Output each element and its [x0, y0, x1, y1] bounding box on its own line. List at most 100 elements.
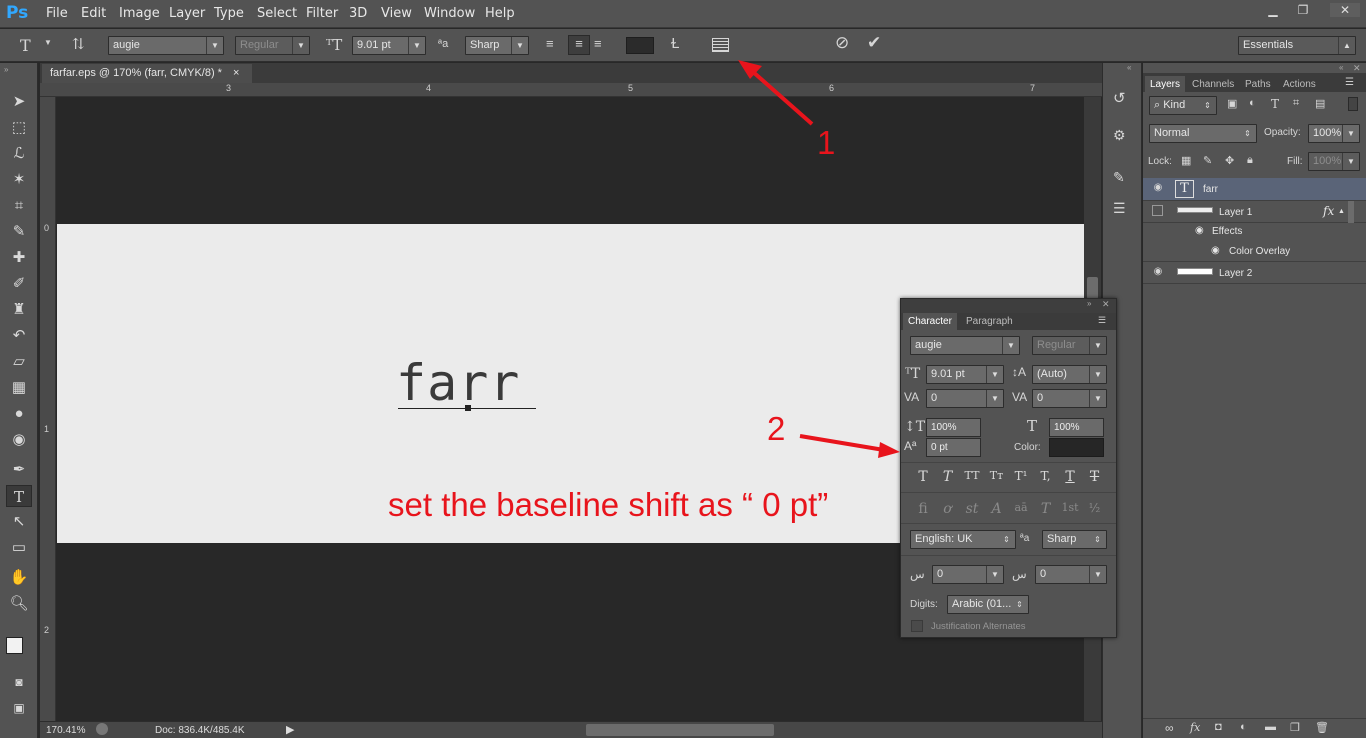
titling-alternates-button[interactable]: T	[1035, 501, 1057, 517]
tab-channels[interactable]: Channels	[1187, 76, 1239, 93]
adjustment-layer-icon[interactable]: ◐	[1240, 721, 1247, 733]
gradient-icon[interactable]: ▦	[6, 377, 32, 399]
eraser-icon[interactable]: ▱	[6, 351, 32, 373]
pen-tool-icon[interactable]: ✒	[6, 459, 32, 481]
char-antialias-select[interactable]: Sharp ⇕	[1042, 530, 1107, 549]
small-caps-button[interactable]: Tт	[986, 469, 1008, 485]
clone-stamp-icon[interactable]: ♜	[6, 299, 32, 321]
canvas-text-farr[interactable]: farr	[396, 353, 520, 413]
superscript-button[interactable]: T¹	[1010, 469, 1032, 485]
digits-select[interactable]: Arabic (01... ⇕	[947, 595, 1029, 614]
horizontal-scale-field[interactable]: 100%	[1049, 418, 1104, 437]
visibility-eye-icon[interactable]: ◉	[1151, 182, 1165, 196]
magic-wand-icon[interactable]: ✶	[6, 169, 32, 191]
zoom-tool-icon[interactable]: 🔍︎	[6, 593, 32, 615]
strikethrough-button[interactable]: T	[1084, 469, 1106, 485]
ordinals-button[interactable]: 1st	[1059, 501, 1081, 517]
add-style-fx-icon[interactable]: fx	[1190, 721, 1200, 734]
filter-shape-icon[interactable]: ⌗	[1293, 97, 1299, 110]
justification-checkbox[interactable]	[911, 620, 923, 632]
brush-tool-icon[interactable]: ✐	[6, 273, 32, 295]
align-right-icon[interactable]: ≡	[594, 36, 602, 51]
brush-panel-icon[interactable]: ✎	[1113, 169, 1125, 186]
close-tab-icon[interactable]: ×	[233, 67, 239, 79]
menu-select[interactable]: Select	[257, 6, 297, 21]
menu-view[interactable]: View	[381, 6, 412, 21]
effects-expand-icon[interactable]: ▲	[1338, 208, 1345, 215]
type-tool-icon[interactable]: T	[6, 485, 32, 507]
color-overlay-row[interactable]: ◉ Color Overlay	[1143, 242, 1366, 262]
faux-italic-button[interactable]: T	[937, 469, 959, 485]
document-tab[interactable]: farfar.eps @ 170% (farr, CMYK/8) * ×	[42, 64, 252, 83]
layer-name[interactable]: farr	[1203, 184, 1218, 195]
discretionary-ligatures-button[interactable]: st	[961, 501, 983, 517]
effect-visibility-icon[interactable]: ◉	[1211, 245, 1220, 256]
menu-layer[interactable]: Layer	[169, 6, 205, 21]
filter-kind-select[interactable]: ⌕ Kind ⇕	[1149, 96, 1217, 115]
history-brush-icon[interactable]: ↶	[6, 325, 32, 347]
font-size-select[interactable]: 9.01 pt ▼	[352, 36, 426, 55]
properties-panel-icon[interactable]: ⚙	[1113, 127, 1126, 144]
char-font-style-select[interactable]: Regular ▼	[1032, 336, 1107, 355]
align-left-icon[interactable]: ≡	[546, 36, 554, 51]
hand-tool-icon[interactable]: ✋	[6, 567, 32, 589]
minimize-icon[interactable]: ▁	[1262, 3, 1284, 17]
stylistic-alternates-button[interactable]: aā	[1010, 501, 1032, 517]
healing-brush-icon[interactable]: ✚	[6, 247, 32, 269]
lock-image-icon[interactable]: ✎	[1203, 154, 1212, 167]
link-layers-icon[interactable]: ∞	[1165, 721, 1174, 735]
visibility-off-box[interactable]	[1152, 205, 1163, 216]
toggle-orientation-icon[interactable]: ⇅	[72, 35, 85, 53]
menu-image[interactable]: Image	[119, 6, 160, 21]
filter-type-icon[interactable]: T	[1271, 97, 1279, 111]
warp-text-icon[interactable]: Ɫ	[671, 35, 679, 52]
quick-mask-icon[interactable]: ◙	[6, 671, 32, 693]
char-leading-field[interactable]: (Auto) ▼	[1032, 365, 1107, 384]
text-color-swatch[interactable]	[626, 37, 654, 54]
language-select[interactable]: English: UK ⇕	[910, 530, 1016, 549]
workspace-select[interactable]: Essentials ▲	[1238, 36, 1356, 55]
panel-menu-icon[interactable]: ☰	[1345, 77, 1354, 88]
filter-toggle[interactable]	[1348, 97, 1358, 111]
vertical-scroll-thumb[interactable]	[1087, 277, 1098, 299]
menu-filter[interactable]: Filter	[306, 6, 338, 21]
layer-row-farr[interactable]: ◉ T farr	[1143, 178, 1366, 201]
type-tool-preset-icon[interactable]: T	[20, 36, 31, 55]
collapse-icon[interactable]: »	[4, 65, 8, 74]
panel-title-bar[interactable]	[901, 299, 1116, 313]
underline-button[interactable]: T	[1059, 469, 1081, 485]
add-mask-icon[interactable]: ◘	[1215, 721, 1222, 733]
new-layer-icon[interactable]: ❐	[1290, 721, 1300, 734]
filter-smart-icon[interactable]: ▤	[1315, 97, 1325, 110]
dodge-tool-icon[interactable]: ◉	[6, 429, 32, 451]
tab-actions[interactable]: Actions	[1278, 76, 1321, 93]
adjustments-panel-icon[interactable]: ☰	[1113, 200, 1126, 217]
layer-name[interactable]: Layer 1	[1219, 207, 1252, 218]
char-kerning-field[interactable]: 0 ▼	[926, 389, 1004, 408]
new-group-icon[interactable]: ▬	[1265, 721, 1276, 733]
char-size-field[interactable]: 9.01 pt ▼	[926, 365, 1004, 384]
layers-scroll-thumb[interactable]	[1348, 201, 1354, 223]
path-selection-icon[interactable]: ↖	[6, 511, 32, 533]
effects-row[interactable]: ◉ Effects	[1143, 223, 1366, 242]
layer-row-layer1[interactable]: Layer 1 fx ▲	[1143, 201, 1366, 223]
font-family-select[interactable]: augie ▼	[108, 36, 224, 55]
rectangle-tool-icon[interactable]: ▭	[6, 537, 32, 559]
lock-all-icon[interactable]: 🔒︎	[1247, 154, 1253, 167]
close-window-icon[interactable]: ✕	[1330, 3, 1360, 17]
layer-name[interactable]: Layer 2	[1219, 268, 1252, 279]
vertical-scale-field[interactable]: 100%	[926, 418, 981, 437]
tab-paragraph[interactable]: Paragraph	[961, 313, 1018, 330]
move-tool-icon[interactable]: ➤	[6, 91, 32, 113]
menu-window[interactable]: Window	[424, 6, 475, 21]
horizontal-scroll-thumb[interactable]	[586, 724, 774, 736]
arabic-left-field[interactable]: 0 ▼	[932, 565, 1004, 584]
lasso-tool-icon[interactable]: ℒ	[6, 143, 32, 165]
panel-close-icon[interactable]: ✕	[1102, 299, 1110, 310]
menu-3d[interactable]: 3D	[349, 6, 367, 21]
history-panel-icon[interactable]: ↺	[1113, 89, 1126, 107]
panel-collapse-icon[interactable]: «	[1339, 63, 1343, 72]
antialias-select[interactable]: Sharp ▼	[465, 36, 529, 55]
menu-file[interactable]: File	[46, 6, 68, 21]
foreground-color-swatch[interactable]	[6, 637, 23, 654]
